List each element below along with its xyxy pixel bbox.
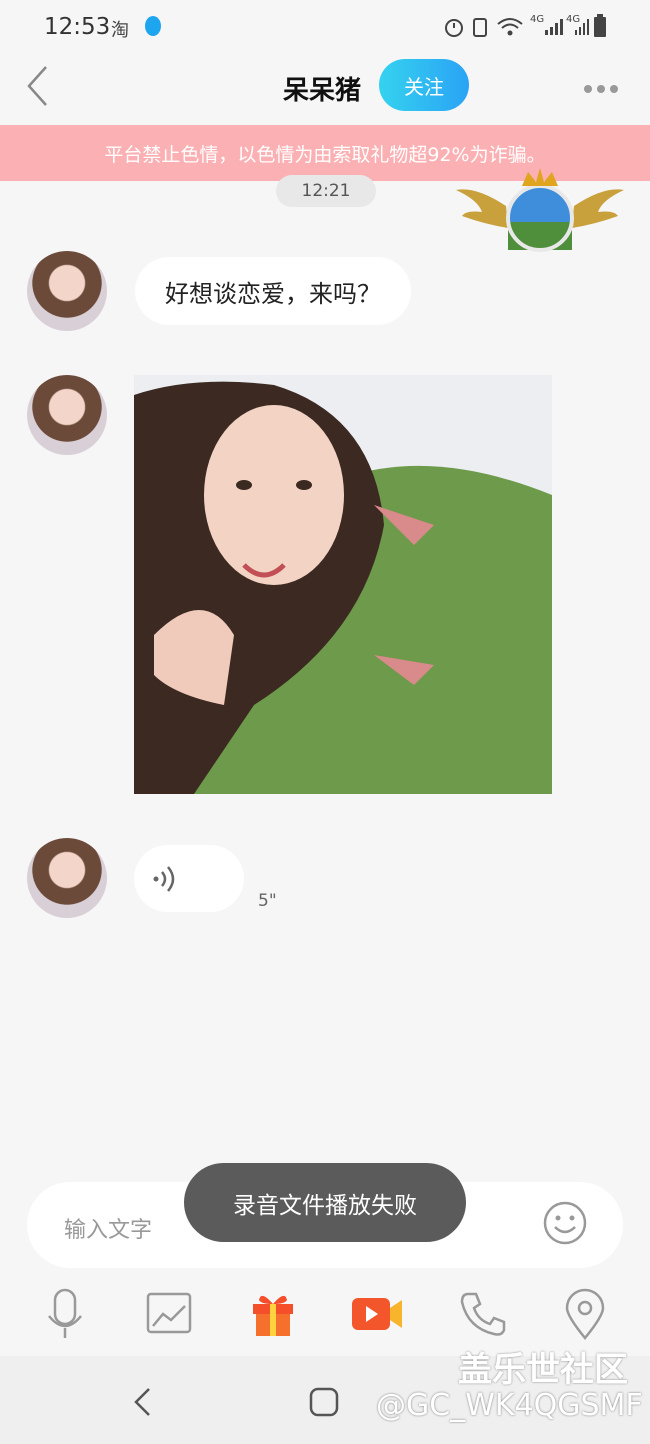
network-type-1: 4G (530, 14, 545, 25)
taobao-icon: 淘 (111, 20, 129, 41)
location-icon[interactable] (561, 1288, 609, 1340)
alarm-icon (445, 19, 463, 37)
text-message[interactable]: 好想谈恋爱，来吗？ (135, 257, 411, 325)
nav-home-icon[interactable] (308, 1386, 340, 1418)
mic-icon[interactable] (41, 1288, 89, 1340)
watermark-handle: @GC_WK4QGSMF (376, 1388, 643, 1423)
input-placeholder: 输入文字 (64, 1218, 153, 1243)
voice-duration: 5" (258, 891, 277, 911)
avatar[interactable] (27, 838, 107, 918)
image-icon[interactable] (145, 1288, 193, 1340)
phone-icon[interactable] (458, 1288, 506, 1340)
voice-message[interactable] (134, 845, 244, 912)
gift-icon[interactable] (249, 1288, 297, 1340)
follow-button[interactable]: 关注 (379, 59, 469, 111)
nav-back-icon[interactable] (131, 1386, 153, 1418)
avatar[interactable] (27, 251, 107, 331)
toast-message: 录音文件播放失败 (184, 1163, 466, 1242)
qq-icon (145, 16, 161, 36)
status-bar: 12:53 淘 4G 4G (0, 0, 650, 56)
signal-icon (545, 19, 563, 35)
signal-icon-2 (575, 19, 589, 35)
contact-name: 呆呆猪 (283, 76, 362, 106)
battery-saver-icon (473, 18, 487, 37)
emoji-icon[interactable] (543, 1201, 587, 1245)
battery-icon (594, 14, 606, 37)
back-icon[interactable] (26, 64, 70, 108)
wifi-icon (497, 18, 523, 36)
vip-crown-badge[interactable] (456, 166, 624, 252)
status-time: 12:53 (44, 14, 111, 40)
video-icon[interactable] (350, 1288, 404, 1340)
avatar[interactable] (27, 375, 107, 455)
chat-timestamp: 12:21 (276, 175, 376, 207)
selfie-photo (134, 375, 552, 794)
image-message[interactable] (134, 375, 552, 794)
voice-wave-icon (153, 866, 175, 892)
more-options-icon[interactable] (584, 78, 624, 93)
watermark-text: 盖乐世社区 (458, 1350, 628, 1390)
